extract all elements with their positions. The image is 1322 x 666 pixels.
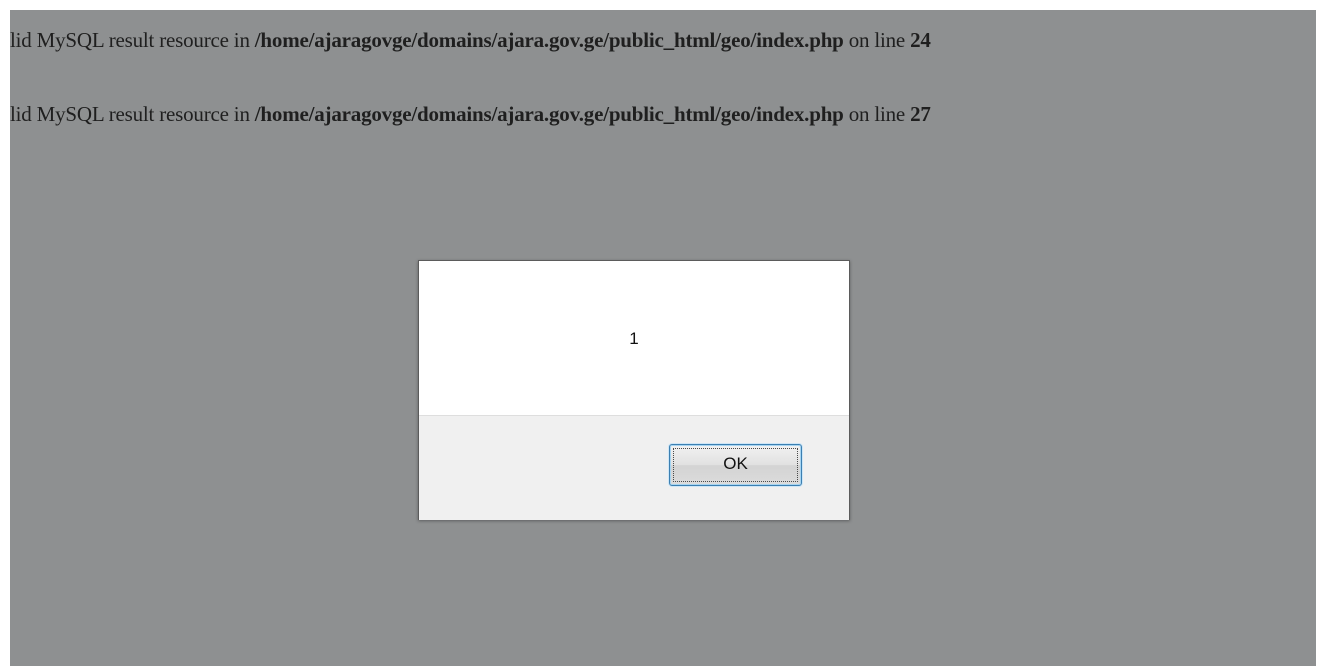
alert-dialog-footer: OK — [419, 415, 849, 520]
warning-line-number: 24 — [910, 28, 931, 52]
warning-text: on line — [843, 28, 911, 52]
warning-text: lid MySQL result resource in — [10, 102, 255, 126]
warning-line-number: 27 — [910, 102, 931, 126]
page-viewport: lid MySQL result resource in /home/ajara… — [10, 10, 1316, 666]
warning-text: on line — [843, 102, 911, 126]
php-warning-line: lid MySQL result resource in /home/ajara… — [10, 102, 931, 127]
warning-text: lid MySQL result resource in — [10, 28, 255, 52]
warning-file-path: /home/ajaragovge/domains/ajara.gov.ge/pu… — [254, 102, 844, 126]
warning-file-path: /home/ajaragovge/domains/ajara.gov.ge/pu… — [254, 28, 844, 52]
alert-dialog-body: 1 — [419, 261, 849, 415]
ok-button-label: OK — [723, 454, 748, 473]
php-warning-line: lid MySQL result resource in /home/ajara… — [10, 28, 931, 53]
ok-button[interactable]: OK — [669, 444, 802, 486]
alert-message: 1 — [629, 329, 639, 348]
alert-dialog: 1 OK — [418, 260, 850, 520]
